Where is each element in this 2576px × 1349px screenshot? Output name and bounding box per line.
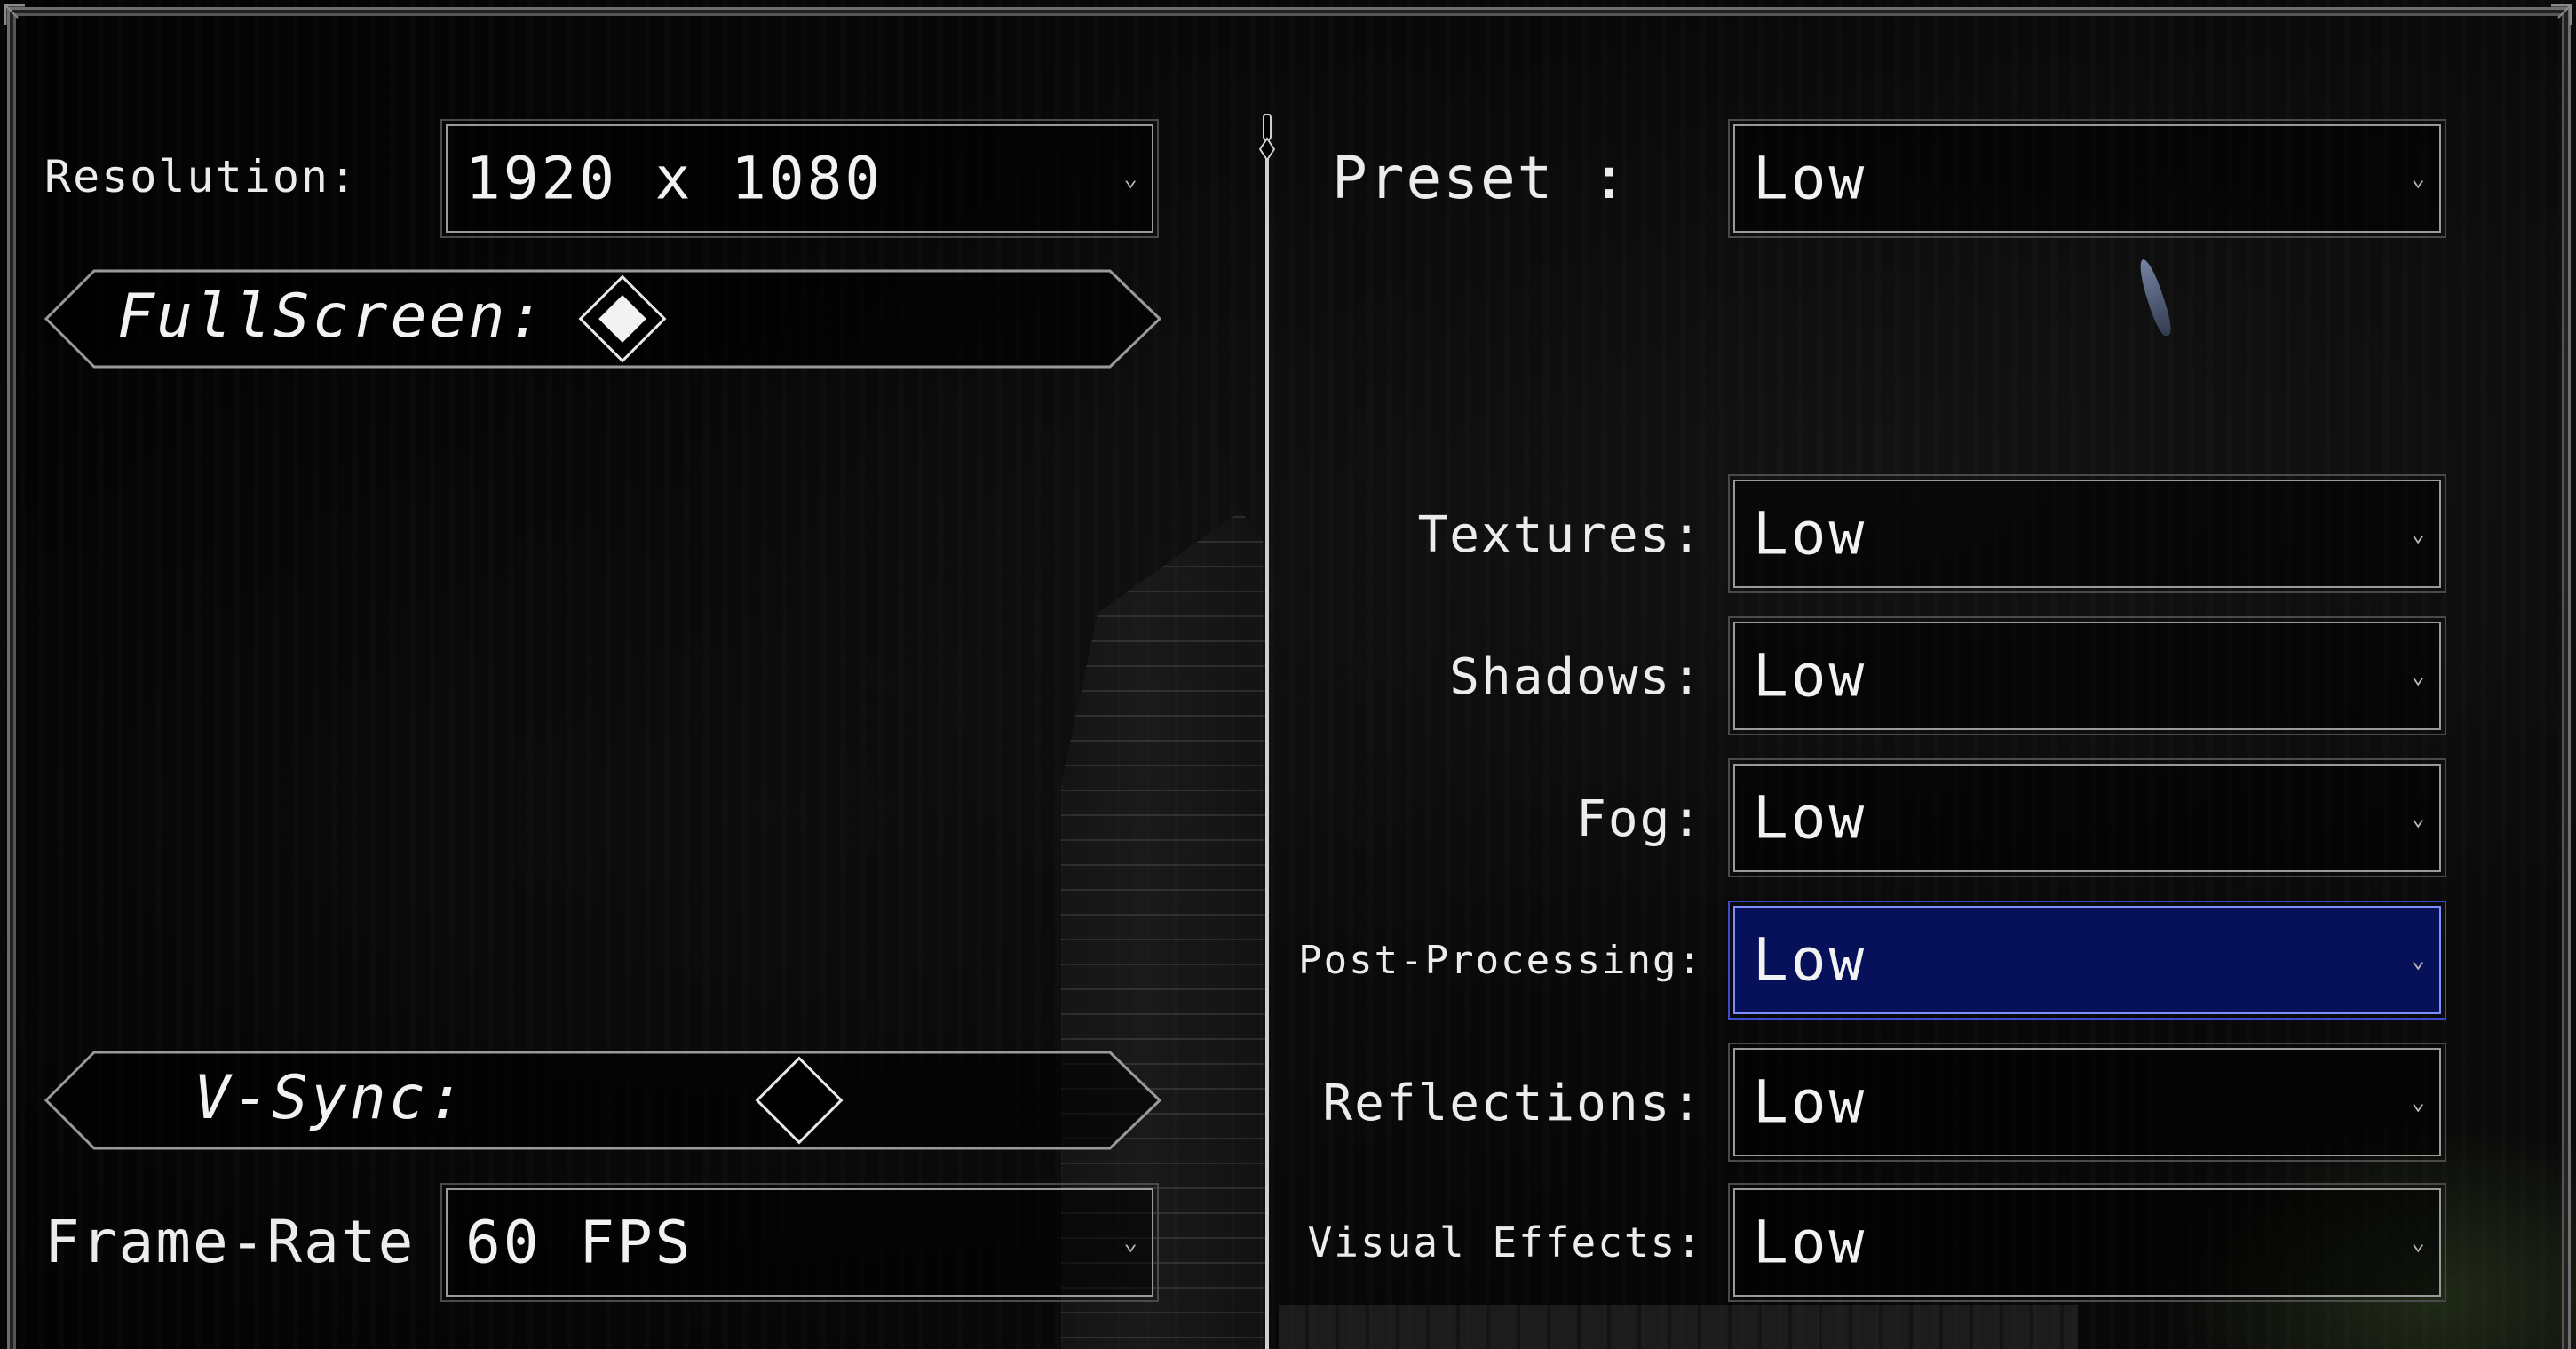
frame-corner-ornament xyxy=(2551,4,2572,25)
fog-value: Low xyxy=(1753,783,1867,853)
frame-rate-label: Frame-Rate xyxy=(44,1208,416,1276)
chevron-down-icon: ⌄ xyxy=(2411,947,2425,973)
divider-ornament xyxy=(1259,114,1275,162)
fullscreen-toggle-row[interactable]: FullScreen: xyxy=(44,269,1163,369)
reflections-value: Low xyxy=(1753,1067,1867,1137)
fullscreen-label: FullScreen: xyxy=(117,282,547,352)
chevron-down-icon: ⌄ xyxy=(2411,1229,2425,1256)
chevron-down-icon: ⌄ xyxy=(1123,165,1137,192)
resolution-value: 1920 x 1080 xyxy=(465,144,884,213)
frame-corner-ornament xyxy=(4,4,25,25)
textures-dropdown[interactable]: Low ⌄ xyxy=(1728,474,2446,593)
chevron-down-icon: ⌄ xyxy=(2411,663,2425,689)
fog-dropdown[interactable]: Low ⌄ xyxy=(1728,758,2446,877)
textures-value: Low xyxy=(1753,499,1867,568)
reflections-label: Reflections: xyxy=(1322,1075,1703,1132)
post-processing-value: Low xyxy=(1753,925,1867,995)
preset-label: Preset : xyxy=(1332,144,1629,212)
shadows-label: Shadows: xyxy=(1449,648,1703,706)
vsync-toggle-row[interactable]: V-Sync: xyxy=(44,1051,1163,1150)
panel-divider xyxy=(1265,114,1269,1349)
chevron-down-icon: ⌄ xyxy=(2411,805,2425,831)
visual-effects-dropdown[interactable]: Low ⌄ xyxy=(1728,1183,2446,1302)
visual-effects-value: Low xyxy=(1753,1208,1867,1277)
chevron-down-icon: ⌄ xyxy=(2411,165,2425,192)
post-processing-label: Post-Processing: xyxy=(1298,938,1703,983)
vsync-label: V-Sync: xyxy=(194,1063,467,1133)
post-processing-dropdown[interactable]: Low ⌄ xyxy=(1728,901,2446,1020)
fog-label: Fog: xyxy=(1576,790,1703,848)
preset-value: Low xyxy=(1753,144,1867,213)
frame-rate-dropdown[interactable]: 60 FPS ⌄ xyxy=(440,1183,1159,1302)
resolution-label: Resolution: xyxy=(44,151,359,202)
chevron-down-icon: ⌄ xyxy=(2411,520,2425,547)
reflections-dropdown[interactable]: Low ⌄ xyxy=(1728,1043,2446,1162)
textures-label: Textures: xyxy=(1417,506,1703,564)
preset-dropdown[interactable]: Low ⌄ xyxy=(1728,119,2446,238)
visual-effects-label: Visual Effects: xyxy=(1307,1218,1703,1266)
resolution-dropdown[interactable]: 1920 x 1080 ⌄ xyxy=(440,119,1159,238)
checkbox-checked-mark xyxy=(598,295,646,343)
shadows-value: Low xyxy=(1753,641,1867,710)
chevron-down-icon: ⌄ xyxy=(2411,1089,2425,1115)
frame-rate-value: 60 FPS xyxy=(465,1208,694,1277)
chevron-down-icon: ⌄ xyxy=(1123,1229,1137,1256)
shadows-dropdown[interactable]: Low ⌄ xyxy=(1728,616,2446,735)
